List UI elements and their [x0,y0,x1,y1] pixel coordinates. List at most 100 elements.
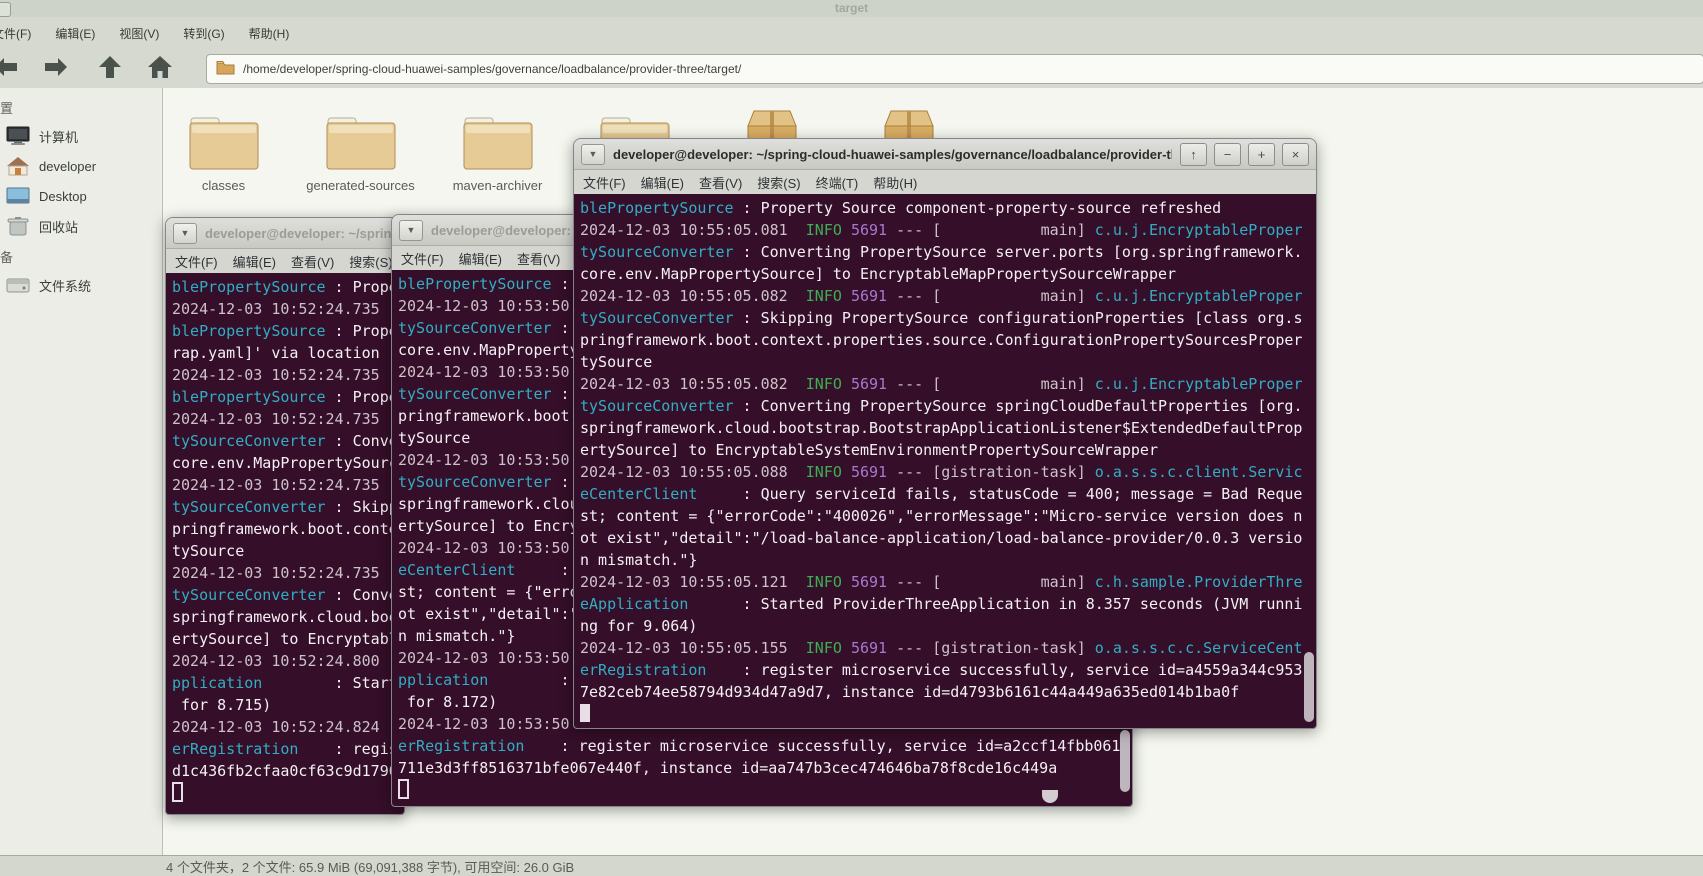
folder-icon [185,102,263,172]
terminal-menubar: 文件(F) 编辑(E) 查看(V) 搜索(S) [166,249,404,273]
terminal-line: eApplication : Started ProviderThreeAppl… [580,595,1303,613]
sidebar-devices-header: 设备 [0,250,14,265]
folder-label: maven-archiver [452,178,543,193]
menu-item[interactable]: 文件(F) [175,252,218,271]
desktop: target 文件(F) 编辑(E) 视图(V) 转到(G) 帮助(H) [0,0,1703,876]
folder-icon [322,102,400,172]
terminal-titlebar[interactable]: ▼ developer@developer: ~/spring-cloud-hu… [574,139,1316,170]
sidebar: 位置 计算机 developer Desktop [0,88,163,855]
rollup-button[interactable]: ↑ [1180,142,1207,166]
sidebar-item-label: developer [39,158,97,174]
chevron-down-icon[interactable]: ▼ [173,222,197,244]
menu-item[interactable]: 查看(V) [699,173,742,192]
window-title: target [834,1,869,15]
menu-item[interactable]: 视图(V) [115,23,163,44]
folder-item-generated-sources[interactable]: generated-sources [292,102,429,193]
sidebar-item-label: Desktop [39,188,87,204]
terminal-line: 2024-12-03 10:55:05.155 INFO 5691 --- [g… [580,639,1303,657]
terminal-line: tySourceConverter : Skipp [172,498,398,516]
sidebar-places-header: 位置 [0,101,14,116]
menu-item[interactable]: 搜索(S) [757,173,800,192]
terminal-line: core.env.MapPropertySource] to Encryptab… [580,265,1177,283]
scrollbar-thumb[interactable] [1120,730,1130,792]
terminal-line: blePropertySource : Prope [172,278,398,296]
sidebar-item-label: 回收站 [39,219,79,235]
terminal-line: rap.yaml]' via location ' [172,344,398,362]
terminal-line: blePropertySource : Prope [172,322,398,340]
maximize-button[interactable]: + [1248,142,1275,166]
chevron-down-icon[interactable]: ▼ [399,219,423,241]
terminal-line: erRegistration : regis [172,740,398,758]
terminal-line: st; content = {"errorCode":"400026","err… [580,507,1303,525]
up-arrow-icon [97,54,123,85]
terminal-title: developer@developer: ~/spring- [205,225,397,241]
menu-item[interactable]: 帮助(H) [245,23,294,44]
terminal-line: 2024-12-03 10:52:24.735 [172,410,380,428]
folder-icon [459,102,537,172]
menu-item[interactable]: 终端(T) [816,173,859,192]
menu-item[interactable]: 编辑(E) [51,23,99,44]
desktop-icon [6,186,30,207]
terminal-line: pringframework.boot.conte [172,520,398,538]
status-text: 4 个文件夹，2 个文件: 65.9 MiB (69,091,388 字节), … [166,859,575,875]
menu-item[interactable]: 文件(F) [583,173,626,192]
menu-item[interactable]: 查看(V) [291,252,334,271]
terminal-line: 2024-12-03 10:52:24.735 [172,366,380,384]
terminal-titlebar[interactable]: ▼ developer@developer: ~/spring- [166,218,404,249]
menu-item[interactable]: 转到(G) [179,23,228,44]
close-button[interactable]: × [1282,142,1309,166]
terminal-line [580,703,1310,725]
terminal-line: 2024-12-03 10:55:05.121 INFO 5691 --- [ … [580,573,1303,591]
terminal-output[interactable]: blePropertySource : Property Source comp… [574,194,1316,728]
folder-item-maven-archiver[interactable]: maven-archiver [429,102,566,193]
menu-item[interactable]: 查看(V) [517,249,560,268]
terminal-line: blePropertySource : Property Source comp… [580,199,1222,217]
terminal-line: tySource [580,353,653,371]
folder-label: classes [201,178,246,193]
terminal-line: 2024-12-03 10:52:24.735 [172,476,380,494]
terminal-line [172,782,398,804]
menu-item[interactable]: 文件(F) [401,249,444,268]
terminal-line: 2024-12-03 10:52:24.824 [172,718,380,736]
folder-item-classes[interactable]: classes [155,102,292,193]
minimize-button[interactable]: − [1214,142,1241,166]
terminal-line: 2024-12-03 10:55:05.081 INFO 5691 --- [ … [580,221,1303,239]
terminal-line: pringframework.boot.context.properties.s… [580,331,1303,349]
file-manager-titlebar[interactable]: target [0,0,1703,18]
terminal-line: tySourceConverter : Converting PropertyS… [580,397,1303,415]
menu-item[interactable]: 编辑(E) [641,173,684,192]
terminal-line: d1c436fb2cfaa0cf63c9d1790 [172,762,398,780]
terminal-line: springframework.cloud.boo [172,608,398,626]
forward-button[interactable] [42,55,70,83]
up-button[interactable] [96,55,124,83]
file-manager-toolbar: /home/developer/spring-cloud-huawei-samp… [0,50,1703,89]
file-manager-menubar: 文件(F) 编辑(E) 视图(V) 转到(G) 帮助(H) [0,17,1703,50]
menu-item[interactable]: 文件(F) [0,23,35,44]
terminal-output[interactable]: blePropertySource : Prope 2024-12-03 10:5… [166,273,404,814]
back-arrow-icon [0,54,19,85]
menu-item[interactable]: 编辑(E) [459,249,502,268]
folder-label: generated-sources [306,178,415,193]
menu-item[interactable]: 编辑(E) [233,252,276,271]
menu-item[interactable]: 搜索(S) [349,252,392,271]
chevron-down-icon[interactable]: ▼ [581,143,605,165]
sidebar-item-home[interactable]: developer [0,151,162,181]
home-button[interactable] [146,55,174,83]
home-icon [6,156,30,177]
back-button[interactable] [0,55,20,83]
sidebar-item-trash[interactable]: 回收站 [0,211,162,241]
terminal-line: ot exist","detail":"/load-balance-applic… [580,529,1303,547]
terminal-title: developer@developer: ~/spring-cloud-huaw… [613,146,1172,162]
scrollbar-thumb[interactable] [1304,652,1314,722]
home-icon [147,54,173,85]
terminal-window-front[interactable]: ▼ developer@developer: ~/spring-cloud-hu… [573,138,1317,729]
sidebar-item-label: 文件系统 [39,278,92,294]
address-bar[interactable]: /home/developer/spring-cloud-huawei-samp… [206,54,1703,84]
address-path: /home/developer/spring-cloud-huawei-samp… [243,62,742,76]
sidebar-item-filesystem[interactable]: 文件系统 [0,270,162,300]
sidebar-item-desktop[interactable]: Desktop [0,181,162,211]
menu-item[interactable]: 帮助(H) [873,173,917,192]
trash-icon [6,216,30,237]
terminal-window-back[interactable]: ▼ developer@developer: ~/spring- 文件(F) 编辑… [165,217,405,815]
sidebar-item-computer[interactable]: 计算机 [0,121,162,151]
